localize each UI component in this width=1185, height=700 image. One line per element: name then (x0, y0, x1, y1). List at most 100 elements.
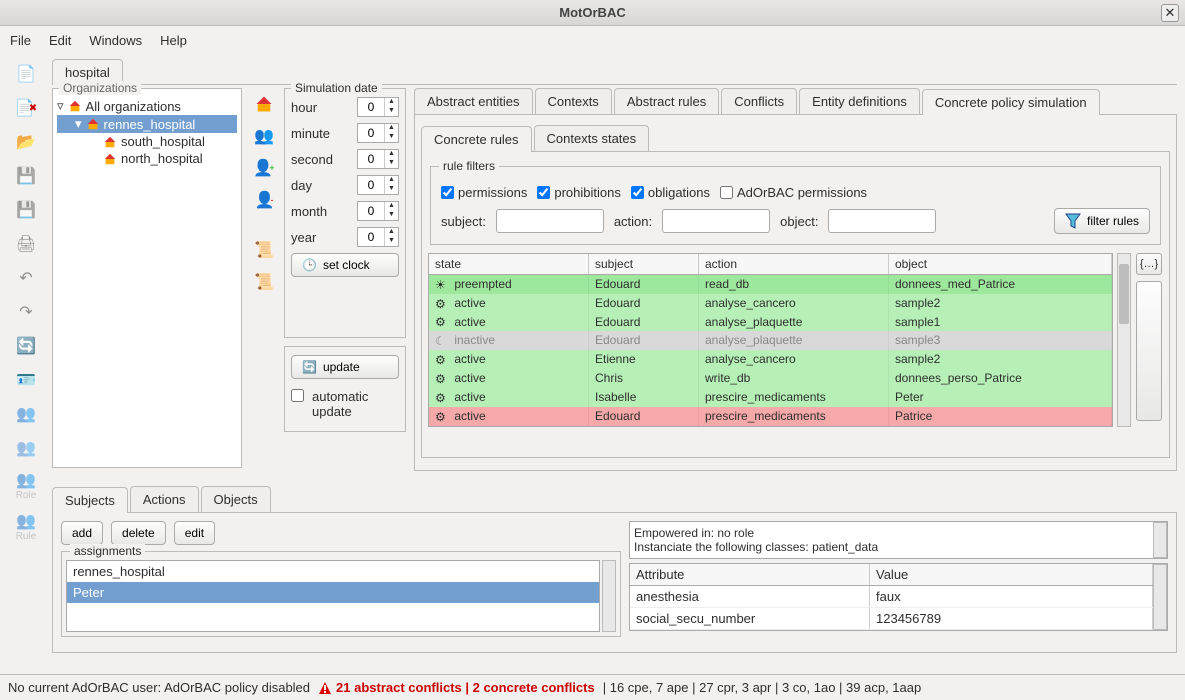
col-object[interactable]: object (889, 254, 1112, 274)
table-row[interactable]: ⚙ activeEdouardprescire_medicamentsPatri… (429, 407, 1112, 426)
subject-filter-label: subject: (441, 214, 486, 229)
refresh-icon[interactable]: 🔄 (14, 334, 38, 358)
second-label: second (291, 152, 333, 167)
table-row[interactable]: ☀ preemptedEdouardread_dbdonnees_med_Pat… (429, 275, 1112, 294)
info-scrollbar[interactable] (1153, 522, 1167, 558)
table-row[interactable]: ⚙ activeEdouardanalyse_cancerosample2 (429, 294, 1112, 313)
list-item[interactable]: rennes_hospital (67, 561, 599, 582)
tree-root-all-organizations[interactable]: ▿ All organizations (57, 97, 237, 115)
edit-button[interactable]: edit (174, 521, 215, 545)
users-tool-icon[interactable]: 👥 (252, 124, 276, 148)
prohibitions-checkbox[interactable]: prohibitions (537, 185, 621, 200)
rules-query-button[interactable] (1136, 281, 1162, 421)
error-file-icon[interactable]: 📄✖ (14, 96, 38, 120)
tab-entity-definitions[interactable]: Entity definitions (799, 88, 920, 114)
hour-label: hour (291, 100, 317, 115)
year-label: year (291, 230, 316, 245)
menu-file[interactable]: File (10, 33, 31, 48)
hour-spinner[interactable]: ▲▼ (357, 97, 399, 117)
update-button[interactable]: 🔄update (291, 355, 399, 379)
adorbac-permissions-checkbox[interactable]: AdOrBAC permissions (720, 185, 867, 200)
day-spinner[interactable]: ▲▼ (357, 175, 399, 195)
minute-label: minute (291, 126, 330, 141)
table-row[interactable]: ⚙ activeEtienneanalyse_cancerosample2 (429, 350, 1112, 369)
minute-spinner[interactable]: ▲▼ (357, 123, 399, 143)
new-file-icon[interactable]: 📄 (14, 62, 38, 86)
tree-item-rennes-hospital[interactable]: ▾ rennes_hospital (57, 115, 237, 133)
menu-help[interactable]: Help (160, 33, 187, 48)
col-state[interactable]: state (429, 254, 589, 274)
tree-item-south-hospital[interactable]: south_hospital (57, 133, 237, 150)
tab-contexts[interactable]: Contexts (535, 88, 612, 114)
scroll-tool-1-icon[interactable]: 📜 (252, 238, 276, 262)
undo-icon[interactable]: ↶ (14, 266, 38, 290)
table-row[interactable]: ☾ inactiveEdouardanalyse_plaquettesample… (429, 331, 1112, 350)
rule-group-icon[interactable]: 👥Rule (16, 511, 37, 542)
table-row[interactable]: social_secu_number 123456789 (630, 608, 1153, 630)
set-clock-button[interactable]: 🕒set clock (291, 253, 399, 277)
role-group-icon[interactable]: 👥Role (16, 470, 37, 501)
save-as-icon[interactable]: 💾 (14, 198, 38, 222)
gear-icon: ⚙ (435, 315, 449, 329)
user-remove-tool-icon[interactable]: 👤- (252, 188, 276, 212)
scroll-tool-2-icon[interactable]: 📜 (252, 270, 276, 294)
col-attribute[interactable]: Attribute (630, 564, 870, 585)
save-icon[interactable]: 💾 (14, 164, 38, 188)
permissions-checkbox[interactable]: permissions (441, 185, 527, 200)
attr-scrollbar[interactable] (1153, 564, 1167, 630)
assignments-scrollbar[interactable] (602, 560, 616, 632)
object-filter-input[interactable] (828, 209, 936, 233)
year-spinner[interactable]: ▲▼ (357, 227, 399, 247)
table-row[interactable]: ⚙ activeIsabelleprescire_medicamentsPete… (429, 388, 1112, 407)
col-subject[interactable]: subject (589, 254, 699, 274)
col-action[interactable]: action (699, 254, 889, 274)
redo-icon[interactable]: ↷ (14, 300, 38, 324)
obligations-checkbox[interactable]: obligations (631, 185, 710, 200)
rules-details-button[interactable]: {…} (1136, 253, 1162, 275)
gear-icon: ⚙ (435, 297, 449, 311)
rules-scrollbar[interactable] (1117, 253, 1131, 427)
users-icon[interactable]: 👥 (14, 402, 38, 426)
tab-abstract-rules[interactable]: Abstract rules (614, 88, 719, 114)
assignments-legend: assignments (70, 544, 145, 558)
month-spinner[interactable]: ▲▼ (357, 201, 399, 221)
tab-concrete-policy-simulation[interactable]: Concrete policy simulation (922, 89, 1100, 115)
month-label: month (291, 204, 327, 219)
action-filter-input[interactable] (662, 209, 770, 233)
col-value[interactable]: Value (870, 564, 1153, 585)
menu-edit[interactable]: Edit (49, 33, 71, 48)
house-tool-icon[interactable] (252, 92, 276, 116)
second-spinner[interactable]: ▲▼ (357, 149, 399, 169)
gear-icon: ⚙ (435, 410, 449, 424)
automatic-update-checkbox[interactable] (291, 389, 304, 402)
user-add-tool-icon[interactable]: 👤+ (252, 156, 276, 180)
print-icon[interactable]: 🖨 (14, 232, 38, 256)
assignments-list[interactable]: rennes_hospital Peter (66, 560, 600, 632)
open-folder-icon[interactable]: 📂 (14, 130, 38, 154)
tree-item-north-hospital[interactable]: north_hospital (57, 150, 237, 167)
day-label: day (291, 178, 312, 193)
gear-icon: ⚙ (435, 353, 449, 367)
table-row[interactable]: ⚙ activeEdouardanalyse_plaquettesample1 (429, 313, 1112, 332)
table-row[interactable]: ⚙ activeChriswrite_dbdonnees_perso_Patri… (429, 369, 1112, 388)
window-close-button[interactable]: ✕ (1161, 4, 1179, 22)
tab-subjects[interactable]: Subjects (52, 487, 128, 513)
filter-rules-button[interactable]: filter rules (1054, 208, 1150, 234)
users-grey-icon[interactable]: 👥 (14, 436, 38, 460)
delete-button[interactable]: delete (111, 521, 166, 545)
tab-concrete-rules[interactable]: Concrete rules (421, 126, 532, 152)
add-button[interactable]: add (61, 521, 103, 545)
table-row[interactable]: anesthesia faux (630, 586, 1153, 608)
subject-filter-input[interactable] (496, 209, 604, 233)
mid-tool-column: 👥 👤+ 👤- 📜 📜 (248, 88, 280, 294)
tab-conflicts[interactable]: Conflicts (721, 88, 797, 114)
contact-card-icon[interactable]: 🪪 (14, 368, 38, 392)
tab-abstract-entities[interactable]: Abstract entities (414, 88, 533, 114)
tab-contexts-states[interactable]: Contexts states (534, 125, 650, 151)
tab-actions[interactable]: Actions (130, 486, 199, 512)
list-item[interactable]: Peter (67, 582, 599, 603)
simulation-date-panel: Simulation date hour▲▼ minute▲▼ second▲▼… (284, 88, 406, 338)
rule-filters-panel: rule filters permissions prohibitions ob… (430, 166, 1161, 245)
tab-objects[interactable]: Objects (201, 486, 271, 512)
menu-windows[interactable]: Windows (89, 33, 142, 48)
